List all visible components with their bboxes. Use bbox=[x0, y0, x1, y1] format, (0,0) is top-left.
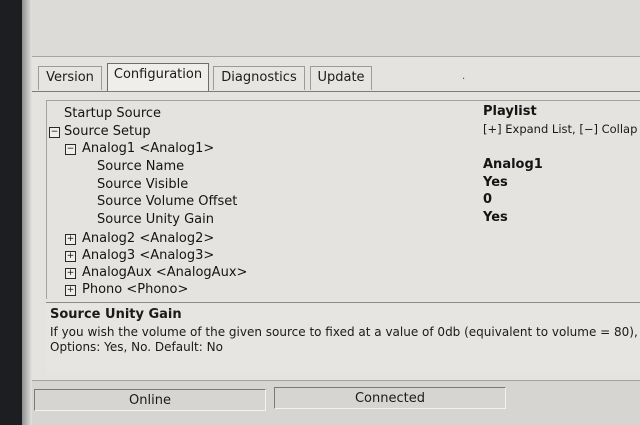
tab-bar: Version Configuration Diagnostics Update… bbox=[32, 58, 640, 92]
analog2-expand-icon[interactable]: + bbox=[65, 234, 76, 245]
source-volume-offset-value[interactable]: 0 bbox=[483, 191, 492, 208]
analog1-collapse-icon[interactable]: − bbox=[65, 144, 76, 155]
source-visible-value[interactable]: Yes bbox=[483, 174, 508, 191]
tab-divider bbox=[32, 91, 640, 92]
tree-item-source-setup[interactable]: Source Setup bbox=[64, 123, 151, 140]
expand-collapse-hint: [+] Expand List, [−] Collap bbox=[483, 122, 638, 136]
tree-item-analog3[interactable]: Analog3 <Analog3> bbox=[82, 247, 214, 264]
description-options: Options: Yes, No. Default: No bbox=[50, 340, 223, 354]
tree-item-startup-source[interactable]: Startup Source bbox=[64, 105, 161, 122]
status-bar: Online Connected bbox=[32, 380, 640, 425]
analog3-expand-icon[interactable]: + bbox=[65, 251, 76, 262]
description-panel: Source Unity Gain If you wish the volume… bbox=[46, 302, 640, 373]
top-panel bbox=[32, 0, 640, 57]
source-name-value[interactable]: Analog1 bbox=[483, 156, 543, 173]
tab-configuration[interactable]: Configuration bbox=[107, 63, 209, 91]
source-unity-gain-value[interactable]: Yes bbox=[483, 209, 508, 226]
source-setup-collapse-icon[interactable]: − bbox=[49, 127, 60, 138]
property-source-name[interactable]: Source Name bbox=[97, 158, 184, 175]
tree-item-phono[interactable]: Phono <Phono> bbox=[82, 281, 188, 298]
tab-update[interactable]: Update bbox=[310, 66, 372, 90]
status-connected: Connected bbox=[274, 387, 506, 409]
analogaux-expand-icon[interactable]: + bbox=[65, 268, 76, 279]
startup-source-value[interactable]: Playlist bbox=[483, 103, 537, 120]
property-source-visible[interactable]: Source Visible bbox=[97, 176, 188, 193]
tree-item-analog1[interactable]: Analog1 <Analog1> bbox=[82, 140, 214, 157]
config-window: Version Configuration Diagnostics Update… bbox=[22, 0, 640, 425]
tree-item-analogaux[interactable]: AnalogAux <AnalogAux> bbox=[82, 264, 247, 281]
description-title: Source Unity Gain bbox=[50, 307, 182, 322]
tab-version[interactable]: Version bbox=[38, 66, 102, 90]
status-online: Online bbox=[34, 389, 266, 411]
property-source-volume-offset[interactable]: Source Volume Offset bbox=[97, 193, 237, 210]
tree-item-analog2[interactable]: Analog2 <Analog2> bbox=[82, 230, 214, 247]
phono-expand-icon[interactable]: + bbox=[65, 285, 76, 296]
property-source-unity-gain[interactable]: Source Unity Gain bbox=[97, 211, 214, 228]
settings-tree: Startup Source Playlist − Source Setup [… bbox=[46, 100, 640, 299]
tab-bar-dot: · bbox=[462, 74, 466, 85]
tab-diagnostics[interactable]: Diagnostics bbox=[213, 66, 305, 90]
description-text: If you wish the volume of the given sour… bbox=[50, 325, 640, 339]
